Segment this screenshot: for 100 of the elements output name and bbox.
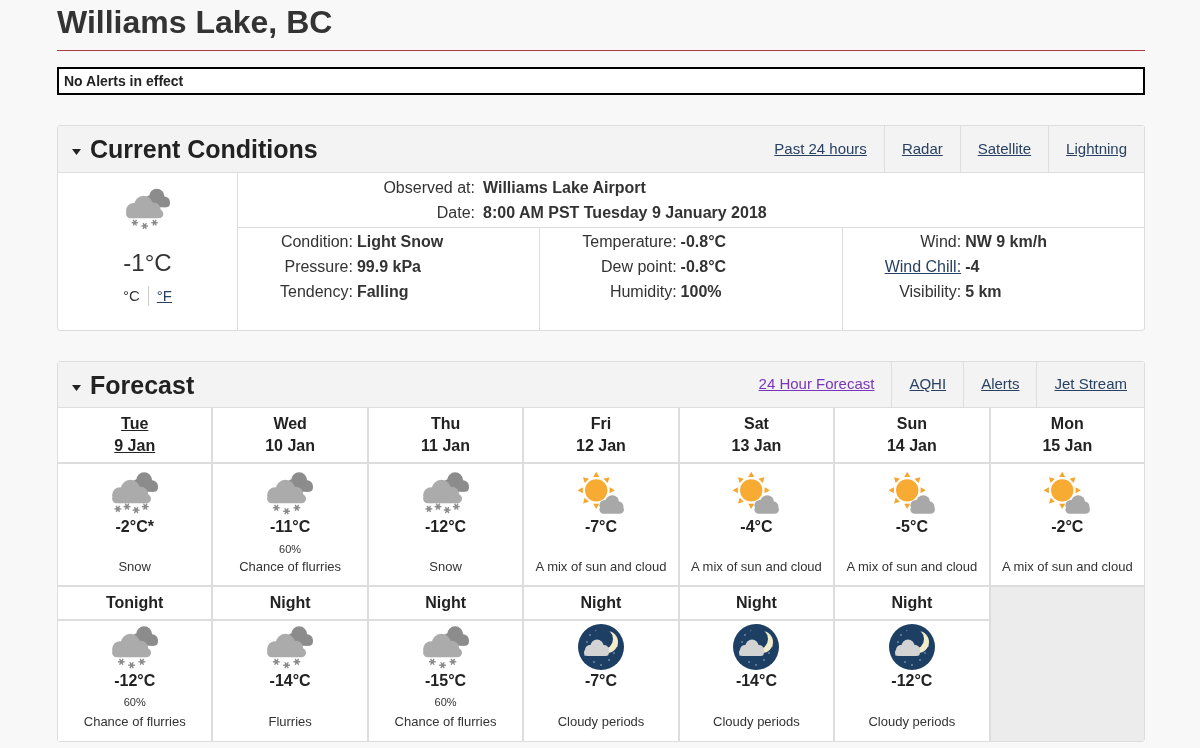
field-label: Dew point:: [601, 257, 677, 277]
forecast-temperature: -11°C: [270, 517, 311, 537]
field-value: -0.8°C: [680, 232, 727, 252]
forecast-summary: Flurries: [268, 715, 312, 729]
field-label: Temperature:: [582, 232, 677, 252]
night-name: Night: [580, 593, 622, 613]
field-value: 99.9 kPa: [356, 257, 421, 277]
snow-cloud-icon: [124, 186, 171, 232]
label-link[interactable]: Wind Chill:: [884, 254, 962, 279]
day-date[interactable]: 9 Jan: [114, 435, 156, 457]
header-link[interactable]: Alerts: [981, 373, 1020, 396]
field-label: Visibility:: [899, 282, 962, 302]
forecast-temperature: -5°C: [895, 517, 928, 537]
day-date: 10 Jan: [265, 436, 316, 456]
forecast-temperature: -12°C: [891, 671, 933, 691]
sun-cloud-icon: [732, 471, 781, 515]
section-title: Forecast: [90, 369, 195, 400]
day-date: 13 Jan: [731, 436, 782, 456]
forecast-summary: Cloudy periods: [868, 715, 956, 729]
night-name: Night: [269, 593, 311, 613]
day-date: 12 Jan: [576, 436, 626, 456]
forecast-temperature: -14°C: [269, 671, 311, 691]
forecast-temperature: -2°C*: [115, 517, 154, 537]
moon-cloud-icon: [733, 624, 780, 670]
field-value: Light Snow: [356, 232, 444, 252]
forecast-summary: Snow: [429, 560, 462, 574]
current-temperature: -1°C: [123, 249, 172, 277]
forecast-temperature: -7°C: [584, 671, 618, 691]
snow-cloud-icon: [110, 624, 159, 670]
field-label: Humidity:: [609, 282, 677, 302]
precipitation-chance: 60%: [279, 542, 302, 556]
section-title: Current Conditions: [90, 134, 318, 164]
field-label: Pressure:: [284, 257, 353, 277]
field-value: 100%: [680, 282, 722, 302]
day-date: 14 Jan: [886, 436, 937, 456]
header-link[interactable]: Radar: [901, 137, 943, 161]
field-label: Date:: [436, 203, 475, 223]
field-value: -0.8°C: [680, 257, 727, 277]
day-name: Sat: [743, 414, 769, 434]
header-link[interactable]: Past 24 hours: [774, 137, 867, 161]
alert-banner: No Alerts in effect: [57, 67, 1145, 95]
unit-label: °C: [123, 286, 140, 306]
forecast-temperature: -4°C: [740, 517, 773, 537]
forecast-summary: A mix of sun and cloud: [691, 560, 822, 574]
forecast-summary: Chance of flurries: [239, 560, 342, 574]
field-value: -4: [965, 257, 980, 277]
forecast-temperature: -14°C: [735, 671, 777, 691]
sun-cloud-icon: [887, 471, 936, 515]
snow-cloud-icon: [421, 624, 470, 670]
forecast-temperature: -2°C: [1051, 517, 1084, 537]
precipitation-chance: 60%: [434, 695, 457, 709]
sun-cloud-icon: [1043, 471, 1092, 515]
field-value: Williams Lake Airport: [483, 178, 646, 198]
field-value: Falling: [356, 282, 409, 302]
moon-cloud-icon: [578, 624, 624, 670]
forecast-summary: A mix of sun and cloud: [1001, 560, 1133, 574]
caret-icon[interactable]: [72, 384, 81, 391]
field-label: Wind:: [920, 232, 962, 252]
field-label: Condition:: [280, 232, 353, 252]
sun-cloud-icon: [577, 471, 625, 515]
day-date: 15 Jan: [1042, 436, 1093, 456]
forecast-temperature: -7°C: [584, 517, 618, 537]
unit-link[interactable]: °F: [156, 286, 172, 306]
header-link[interactable]: Jet Stream: [1054, 373, 1127, 396]
moon-cloud-icon: [888, 624, 935, 670]
day-name: Mon: [1050, 414, 1084, 434]
snow-cloud-icon: [266, 470, 315, 516]
day-name[interactable]: Tue: [121, 413, 149, 435]
day-name: Sun: [896, 414, 927, 434]
night-name: Night: [425, 593, 466, 613]
forecast-temperature: -12°C: [114, 671, 156, 691]
night-name: Night: [891, 593, 933, 613]
forecast-summary: Snow: [118, 560, 151, 574]
header-link[interactable]: AQHI: [909, 373, 947, 396]
night-name: Tonight: [106, 593, 164, 613]
day-name: Fri: [590, 414, 612, 434]
day-name: Wed: [273, 414, 307, 434]
field-value: NW 9 km/h: [965, 232, 1047, 252]
field-label: Tendency:: [280, 282, 353, 302]
day-date: 11 Jan: [421, 436, 471, 456]
forecast-summary: Chance of flurries: [83, 715, 186, 729]
forecast-summary: A mix of sun and cloud: [535, 560, 667, 574]
header-link[interactable]: Satellite: [977, 137, 1032, 161]
night-name: Night: [736, 593, 777, 613]
snow-cloud-icon: [266, 624, 315, 670]
precipitation-chance: 60%: [123, 695, 146, 709]
header-link[interactable]: Lightning: [1066, 137, 1127, 161]
forecast-summary: Cloudy periods: [557, 715, 645, 729]
forecast-summary: Cloudy periods: [713, 715, 800, 729]
caret-icon[interactable]: [72, 149, 81, 155]
field-value: 8:00 AM PST Tuesday 9 January 2018: [483, 203, 767, 223]
snow-cloud-icon: [421, 470, 470, 516]
forecast-temperature: -15°C: [425, 671, 467, 691]
header-link[interactable]: 24 Hour Forecast: [758, 373, 875, 396]
forecast-summary: A mix of sun and cloud: [846, 560, 978, 574]
field-label: Observed at:: [383, 178, 475, 198]
forecast-summary: Chance of flurries: [394, 715, 497, 729]
snow-cloud-icon: [110, 470, 159, 516]
field-value: 5 km: [965, 282, 1002, 302]
page-title: Williams Lake, BC: [57, 3, 333, 42]
